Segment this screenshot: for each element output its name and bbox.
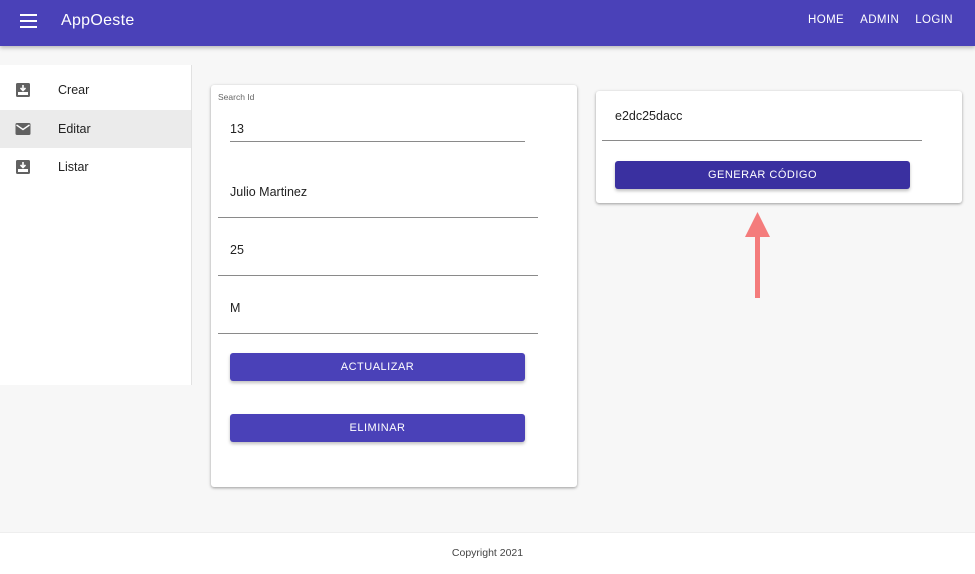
nav-home-link[interactable]: HOME [808,14,844,26]
code-input[interactable]: e2dc25dacc [615,109,921,131]
sidebar: Crear Editar Listar [0,65,192,385]
copyright-text: Copyright 2021 [451,547,524,559]
inbox-download-icon [16,83,30,97]
code-generator-card: e2dc25dacc GENERAR CÓDIGO [596,91,962,203]
name-input[interactable]: Julio Martinez [230,185,538,207]
sidebar-item-label: Editar [58,122,91,136]
sidebar-item-label: Listar [58,160,89,174]
menu-icon[interactable] [20,14,37,28]
inbox-download-icon [16,160,30,174]
annotation-arrow-icon [745,212,770,298]
edit-form-card: Search Id 13 Julio Martinez 25 M ACTUALI… [211,85,577,487]
age-input[interactable]: 25 [230,243,538,265]
delete-button[interactable]: ELIMINAR [230,414,525,442]
sidebar-item-crear[interactable]: Crear [0,71,191,109]
nav-admin-link[interactable]: ADMIN [860,14,899,26]
age-underline [218,275,538,276]
gender-input[interactable]: M [230,301,538,323]
search-id-underline [230,141,525,142]
generate-code-button[interactable]: GENERAR CÓDIGO [615,161,910,189]
sidebar-item-label: Crear [58,83,90,97]
mail-icon [15,123,31,135]
gender-underline [218,333,538,334]
name-underline [218,217,538,218]
search-id-input[interactable]: 13 [230,122,525,142]
sidebar-item-listar[interactable]: Listar [0,148,191,186]
search-id-label: Search Id [218,92,255,102]
top-nav: HOME ADMIN LOGIN [808,14,953,26]
sidebar-item-editar[interactable]: Editar [0,110,191,148]
footer: Copyright 2021 [0,532,975,574]
nav-login-link[interactable]: LOGIN [915,14,953,26]
update-button[interactable]: ACTUALIZAR [230,353,525,381]
app-title: AppOeste [61,12,135,29]
code-underline [602,140,922,141]
app-bar: AppOeste HOME ADMIN LOGIN [0,0,975,46]
